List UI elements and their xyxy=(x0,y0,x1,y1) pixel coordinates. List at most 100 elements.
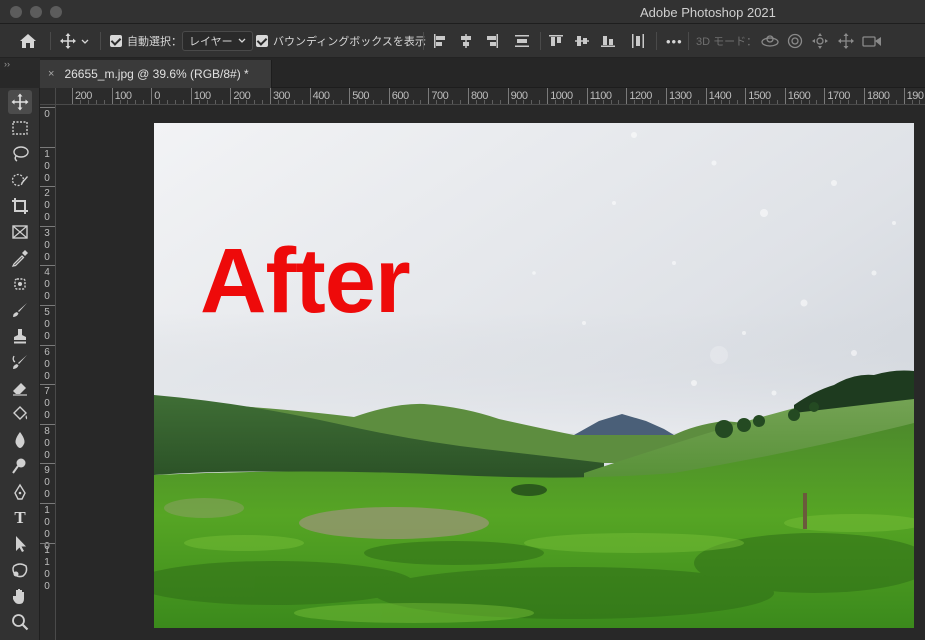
3d-drag-button[interactable] xyxy=(812,33,828,49)
frame-tool[interactable] xyxy=(8,220,32,244)
ruler-tick-label: 400 xyxy=(40,265,55,302)
ruler-minor-tick xyxy=(650,100,652,104)
healing-icon xyxy=(14,278,26,290)
ruler-minor-tick xyxy=(79,100,81,104)
quick-select-tool[interactable] xyxy=(8,168,32,192)
distribute-vertical-button[interactable] xyxy=(514,33,530,49)
crop-icon xyxy=(12,198,28,214)
align-vertical-centers-button[interactable] xyxy=(574,33,590,49)
eraser-tool[interactable] xyxy=(8,376,32,400)
document-tab[interactable]: × 26655_m.jpg @ 39.6% (RGB/8#) * xyxy=(40,60,272,88)
tools-collapse-toggle[interactable]: ›› xyxy=(0,58,40,70)
ruler-minor-tick xyxy=(761,100,763,104)
ruler-tick-label: 200 xyxy=(230,88,251,104)
ruler-minor-tick xyxy=(856,100,858,104)
crop-tool[interactable] xyxy=(8,194,32,218)
close-tab-icon[interactable]: × xyxy=(48,68,54,80)
healing-tool[interactable] xyxy=(8,272,32,296)
video-camera-icon xyxy=(862,36,881,47)
ruler-minor-tick xyxy=(681,100,683,104)
ruler-minor-tick xyxy=(325,100,327,104)
type-tool[interactable]: T xyxy=(8,506,32,530)
3d-roll-button[interactable] xyxy=(787,33,803,49)
ruler-minor-tick xyxy=(87,100,89,104)
home-button[interactable] xyxy=(18,32,38,50)
path-select-tool[interactable] xyxy=(8,532,32,556)
align-left-edges-button[interactable] xyxy=(432,33,448,49)
ruler-tick-label: 1300 xyxy=(666,88,692,104)
ruler-minor-tick xyxy=(143,100,145,104)
marquee-tool[interactable] xyxy=(8,116,32,140)
ruler-minor-tick xyxy=(871,100,873,104)
align-top-edges-button[interactable] xyxy=(548,33,564,49)
ruler-minor-tick xyxy=(452,100,454,104)
distribute-horizontal-button[interactable] xyxy=(630,33,646,49)
align-bottom-edges-button[interactable] xyxy=(600,33,616,49)
document-image[interactable]: After xyxy=(154,123,914,628)
history-brush-tool[interactable] xyxy=(8,350,32,374)
ruler-minor-tick xyxy=(103,100,105,104)
blur-tool[interactable] xyxy=(8,428,32,452)
ruler-minor-tick xyxy=(174,100,176,104)
more-options-button[interactable]: ••• xyxy=(666,24,683,58)
ruler-minor-tick xyxy=(206,100,208,104)
stamp-icon xyxy=(14,329,26,344)
ruler-minor-tick xyxy=(499,100,501,104)
auto-select-checkbox[interactable] xyxy=(110,35,122,47)
ruler-minor-tick xyxy=(792,100,794,104)
ruler-minor-tick xyxy=(285,100,287,104)
eyedropper-tool[interactable] xyxy=(8,246,32,270)
align-right-icon xyxy=(487,34,498,48)
3d-orbit-button[interactable] xyxy=(760,33,780,49)
ruler-minor-tick xyxy=(578,100,580,104)
ruler-tick-label: 0 xyxy=(151,88,160,104)
horizontal-ruler[interactable]: 200 100 0 100 200 300 400 500 600 700 800 900 1000 11… xyxy=(56,88,925,105)
align-horizontal-centers-button[interactable] xyxy=(458,33,474,49)
dodge-tool[interactable] xyxy=(8,454,32,478)
ruler-tick-label: 800 xyxy=(468,88,488,104)
vertical-ruler[interactable]: 0 100 200 300 400 500 600 700 800 900 10001100 xyxy=(40,105,56,640)
distribute-icon xyxy=(515,35,529,47)
drag-icon xyxy=(812,33,828,49)
ruler-corner[interactable] xyxy=(40,88,56,105)
shape-tool[interactable] xyxy=(8,558,32,582)
hand-tool[interactable] xyxy=(8,584,32,608)
paint-bucket-tool[interactable] xyxy=(8,402,32,426)
auto-select-target-dropdown[interactable]: レイヤー xyxy=(182,31,253,51)
arrow-icon xyxy=(16,536,26,552)
move-tool[interactable] xyxy=(8,90,32,114)
stamp-tool[interactable] xyxy=(8,324,32,348)
bounding-box-checkbox[interactable] xyxy=(256,35,268,47)
ruler-tick-label: 1700 xyxy=(824,88,850,104)
close-window-button[interactable] xyxy=(10,6,22,18)
ruler-minor-tick xyxy=(594,100,596,104)
bounding-box-option[interactable]: バウンディングボックスを表示 xyxy=(256,24,426,58)
ruler-minor-tick xyxy=(127,100,129,104)
3d-slide-button[interactable] xyxy=(838,33,854,49)
maximize-window-button[interactable] xyxy=(50,6,62,18)
auto-select-label: 自動選択： xyxy=(127,36,182,48)
tools-panel: T xyxy=(0,88,40,640)
brush-tool[interactable] xyxy=(8,298,32,322)
eraser-icon xyxy=(13,383,27,396)
ruler-minor-tick xyxy=(277,100,279,104)
move-icon xyxy=(60,33,89,49)
zoom-tool[interactable] xyxy=(8,610,32,634)
dodge-icon xyxy=(12,458,26,474)
ruler-minor-tick xyxy=(515,100,517,104)
auto-select-option[interactable]: 自動選択： xyxy=(110,24,182,58)
ruler-minor-tick xyxy=(159,100,161,104)
ruler-tick-label: 500 xyxy=(349,88,370,104)
align-right-edges-button[interactable] xyxy=(484,33,500,49)
move-tool-preset-button[interactable] xyxy=(60,33,90,49)
pen-tool[interactable] xyxy=(8,480,32,504)
minimize-window-button[interactable] xyxy=(30,6,42,18)
lasso-tool[interactable] xyxy=(8,142,32,166)
3d-camera-button[interactable] xyxy=(862,33,882,49)
ruler-minor-tick xyxy=(317,100,319,104)
ruler-minor-tick xyxy=(570,100,572,104)
ruler-tick-label: 100 xyxy=(111,88,132,104)
ruler-minor-tick xyxy=(119,100,121,104)
ruler-minor-tick xyxy=(658,100,660,104)
ruler-minor-tick xyxy=(491,100,493,104)
